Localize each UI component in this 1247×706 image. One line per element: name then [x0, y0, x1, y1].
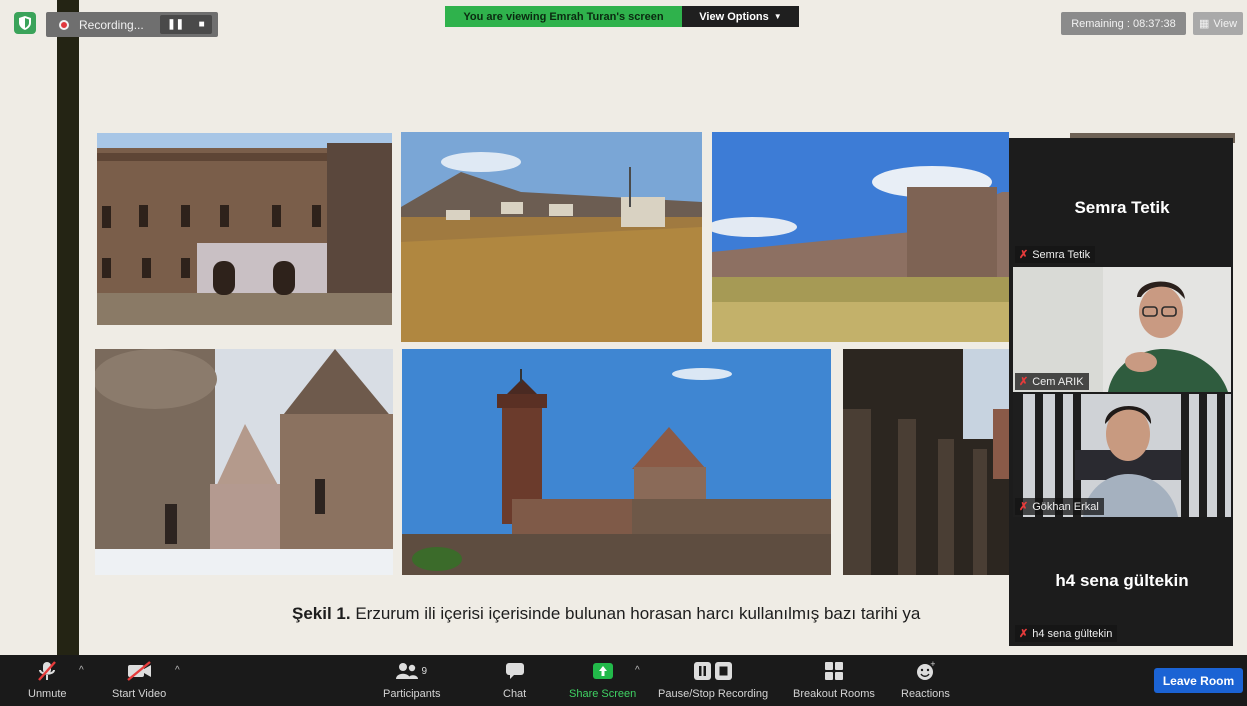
leave-room-button[interactable]: Leave Room [1154, 668, 1243, 693]
chat-button[interactable]: Chat [503, 659, 526, 700]
participants-icon-wrap: 9 [396, 659, 427, 683]
pause-recording-icon[interactable]: ❚❚ [167, 19, 184, 30]
breakout-rooms-label: Breakout Rooms [793, 688, 875, 700]
photo-stone-building [97, 133, 392, 325]
start-video-button[interactable]: Start Video [112, 659, 166, 700]
reactions-label: Reactions [901, 688, 950, 700]
photo-fortress-wall [712, 132, 1009, 342]
chat-bubble-icon [505, 659, 525, 683]
participant-name: Cem ARIK [1032, 375, 1084, 388]
meeting-toolbar: Unmute ^ Start Video ^ 9 Participants Ch… [0, 655, 1247, 706]
recording-controls: ❚❚ ■ [160, 15, 212, 34]
participant-tile[interactable]: ✗ Cem ARIK [1013, 267, 1231, 392]
photo-earth-bunkers [401, 132, 702, 342]
share-options-caret-icon[interactable]: ^ [635, 665, 640, 676]
view-button[interactable]: ▦ View [1193, 12, 1243, 35]
share-screen-label: Share Screen [569, 688, 637, 700]
remaining-time: Remaining : 08:37:38 [1061, 12, 1186, 35]
chevron-down-icon: ▼ [773, 12, 782, 21]
pause-stop-recording-label: Pause/Stop Recording [658, 688, 769, 700]
pause-stop-icon [693, 659, 733, 683]
participant-tile[interactable]: h4 sena gültekin ✗ h4 sena gültekin [1013, 519, 1231, 644]
slide-left-bar [57, 0, 79, 655]
view-options-label: View Options [699, 10, 769, 23]
caption-figure-label: Şekil 1. [292, 604, 351, 623]
view-button-label: View [1213, 17, 1238, 30]
photo-arcade [843, 349, 1009, 575]
participant-name-tag: ✗ h4 sena gültekin [1015, 625, 1118, 642]
mic-muted-icon: ✗ [1019, 249, 1029, 261]
caption-text: Erzurum ili içerisi içerisinde bulunan h… [350, 604, 921, 623]
view-options-button[interactable]: View Options ▼ [682, 6, 799, 27]
encryption-shield-icon[interactable] [14, 12, 36, 34]
mic-muted-icon: ✗ [1019, 628, 1029, 640]
reactions-button[interactable]: + Reactions [901, 659, 950, 700]
share-screen-icon [592, 659, 614, 683]
start-video-label: Start Video [112, 688, 167, 700]
share-screen-button[interactable]: Share Screen [569, 659, 636, 700]
record-dot-icon [59, 19, 69, 30]
video-options-caret-icon[interactable]: ^ [175, 665, 180, 676]
participants-label: Participants [383, 688, 441, 700]
smiley-icon: + [915, 659, 935, 683]
unmute-label: Unmute [28, 688, 67, 700]
breakout-rooms-button[interactable]: Breakout Rooms [793, 659, 875, 700]
unmute-button[interactable]: Unmute [28, 659, 67, 700]
microphone-muted-icon [36, 659, 58, 683]
grid-view-icon: ▦ [1198, 18, 1210, 30]
participant-name-tag: ✗ Semra Tetik [1015, 246, 1096, 263]
participants-icon [396, 663, 419, 679]
slide-caption: Şekil 1. Erzurum ili içerisi içerisinde … [292, 604, 920, 624]
mic-muted-icon: ✗ [1019, 376, 1029, 388]
viewing-banner: You are viewing Emrah Turan's screen [445, 6, 682, 27]
recording-indicator: Recording... ❚❚ ■ [46, 12, 218, 37]
stop-recording-icon[interactable]: ■ [199, 19, 205, 30]
photo-kumbet-tombs [95, 349, 393, 575]
pause-stop-recording-button[interactable]: Pause/Stop Recording [658, 659, 768, 700]
chat-label: Chat [503, 688, 527, 700]
participant-name-tag: ✗ Cem ARIK [1015, 373, 1089, 390]
participant-panel: Semra Tetik ✗ Semra Tetik ✗ Cem ARIK ✗ G… [1009, 138, 1233, 646]
breakout-rooms-icon [824, 659, 844, 683]
photo-clock-tower [402, 349, 831, 575]
participants-count: 9 [421, 665, 428, 677]
participant-name: Semra Tetik [1032, 248, 1091, 261]
participant-name-tag: ✗ Gökhan Erkal [1015, 498, 1104, 515]
participant-tile[interactable]: ✗ Gökhan Erkal [1013, 394, 1231, 517]
mic-muted-icon: ✗ [1019, 501, 1029, 513]
audio-options-caret-icon[interactable]: ^ [79, 665, 84, 676]
participants-button[interactable]: 9 Participants [383, 659, 440, 700]
participant-name: Gökhan Erkal [1032, 500, 1099, 513]
participant-display-name: Semra Tetik [1074, 198, 1170, 217]
participant-display-name: h4 sena gültekin [1055, 571, 1189, 590]
camera-off-icon [125, 659, 153, 683]
participant-tile[interactable]: Semra Tetik ✗ Semra Tetik [1013, 140, 1231, 265]
participant-name: h4 sena gültekin [1032, 627, 1113, 640]
svg-text:+: + [930, 661, 935, 668]
recording-label: Recording... [79, 17, 144, 32]
